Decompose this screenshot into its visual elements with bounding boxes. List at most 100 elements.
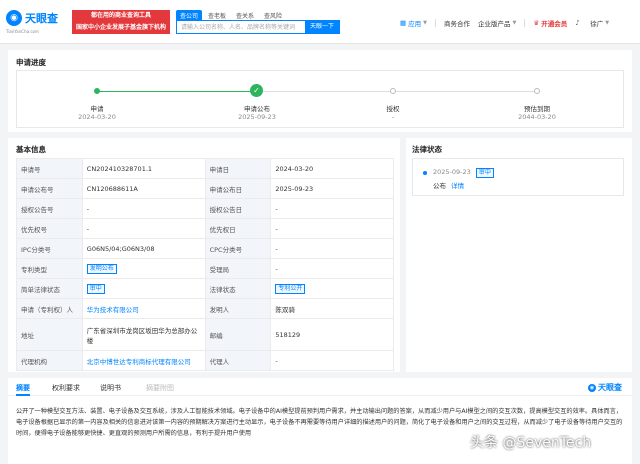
step-date: 2024-03-20 — [78, 113, 116, 121]
logo[interactable]: ◉ 天眼查 TianYanCha.com — [6, 8, 66, 36]
banner-line-1: 都在用的商业查询工具 — [90, 12, 151, 19]
progress-line-pending — [257, 91, 537, 92]
brand-mark: ◉ 天眼查 — [588, 382, 622, 393]
step-dot-expire — [534, 88, 540, 94]
legal-timeline: 2025-09-23 审中 公布 详情 — [412, 158, 624, 196]
field-key: 简单法律状态 — [16, 278, 83, 299]
nav-enterprise-label: 企业版产品 — [478, 20, 511, 28]
field-value: - — [270, 350, 394, 371]
field-value: CN120688611A — [81, 178, 206, 199]
search-box: 天眼一下 — [176, 20, 340, 34]
basic-info-table: 申请号 CN202410328701.1 申请日 2024-03-20 申请公布… — [16, 158, 394, 371]
promo-banner[interactable]: 都在用的商业查询工具 国家中小企业发展子基金旗下机构 — [72, 10, 170, 34]
field-value: 陈双骑 — [270, 298, 394, 319]
field-key: 地址 — [16, 318, 83, 351]
chevron-down-icon: ▼ — [605, 20, 610, 26]
table-row: 授权公告号 - 授权公告日 - — [16, 198, 394, 219]
basic-info-title: 基本信息 — [16, 145, 46, 154]
nav-user[interactable]: 徐广 ▼ — [590, 18, 609, 28]
nav-business[interactable]: 商务合作 — [444, 18, 470, 28]
field-key: IPC分类号 — [16, 238, 83, 259]
legal-entry-status: 公布 详情 — [433, 180, 464, 190]
field-value: - — [270, 218, 394, 239]
check-icon: ✓ — [250, 84, 263, 97]
search-button[interactable]: 天眼一下 — [305, 21, 339, 33]
field-key: 优先权日 — [204, 218, 272, 239]
nav-app[interactable]: ▦ 应用 ▼ — [400, 18, 427, 28]
field-value: 发明公布 — [81, 258, 206, 279]
table-row: 优先权号 - 优先权日 - — [16, 218, 394, 239]
nav-app-label: 应用 — [408, 20, 422, 28]
field-value: - — [270, 258, 394, 279]
table-row: IPC分类号 G06N5/04;G06N3/08 CPC分类号 - — [16, 238, 394, 259]
table-row: 申请公布号 CN120688611A 申请公布日 2025-09-23 — [16, 178, 394, 199]
table-row: 申请号 CN202410328701.1 申请日 2024-03-20 — [16, 158, 394, 179]
logo-eye-icon: ◉ — [588, 383, 596, 392]
step-date: 2044-03-20 — [518, 113, 556, 121]
field-key: 申请公布日 — [204, 178, 272, 199]
patent-type-tag: 发明公布 — [86, 263, 117, 274]
status-badge: 审中 — [475, 168, 494, 178]
nav-vip[interactable]: ♛ 开通会员 — [533, 18, 567, 28]
progress-line-done — [97, 91, 257, 92]
step-label: 申请 — [90, 105, 104, 113]
chevron-down-icon: ▼ — [423, 20, 428, 26]
tab-abstract[interactable]: 摘要 — [16, 383, 30, 393]
banner-line-2: 国家中小企业发展子基金旗下机构 — [75, 24, 166, 31]
legal-date-text: 2025-09-23 — [433, 168, 471, 176]
field-key: 申请号 — [16, 158, 83, 179]
legal-status-tag: 专利公开 — [275, 283, 306, 294]
field-value: G06N5/04;G06N3/08 — [81, 238, 206, 259]
legal-entry-date: 2025-09-23 审中 — [433, 168, 494, 178]
step-label: 申请公布 — [244, 105, 270, 113]
field-key: 优先权号 — [16, 218, 83, 239]
nav-divider — [524, 19, 526, 27]
field-value: 审中 — [81, 278, 206, 299]
field-key: 申请日 — [204, 158, 272, 179]
step-dot-grant — [390, 88, 396, 94]
field-key: 代理机构 — [16, 350, 83, 371]
tab-description[interactable]: 说明书 — [100, 383, 121, 393]
field-key: 发明人 — [204, 298, 272, 319]
field-key: 授权公告日 — [204, 198, 272, 219]
field-value: CN202410328701.1 — [81, 158, 206, 179]
step-date: 2025-09-23 — [238, 113, 276, 121]
nav-divider — [435, 19, 437, 27]
search-input[interactable] — [177, 21, 307, 33]
field-value: 518129 — [270, 318, 394, 351]
grid-icon: ▦ — [400, 19, 407, 27]
field-key: 授权公告号 — [16, 198, 83, 219]
field-value: 专利公开 — [270, 278, 394, 299]
step-label: 预估到期 — [524, 105, 550, 113]
table-row: 专利类型 发明公布 受理局 - — [16, 258, 394, 279]
basic-info-card: 基本信息 申请号 CN202410328701.1 申请日 2024-03-20… — [8, 138, 400, 372]
nav-user-label: 徐广 — [590, 20, 604, 28]
top-header: ◉ 天眼查 TianYanCha.com 都在用的商业查询工具 国家中小企业发展… — [0, 0, 640, 44]
timeline-dot — [423, 171, 427, 175]
progress-card: 申请进度 ✓ 申请 2024-03-20 申请公布 2025-09-23 授权 … — [8, 50, 632, 132]
detail-link[interactable]: 详情 — [451, 182, 464, 190]
field-key: 受理局 — [204, 258, 272, 279]
table-row: 简单法律状态 审中 法律状态 专利公开 — [16, 278, 394, 299]
field-key: 申请（专利权）人 — [16, 298, 83, 319]
logo-text: 天眼查 — [25, 12, 58, 25]
watermark: 头条 @SevenTech — [470, 435, 592, 451]
bell-icon[interactable]: ♪ — [575, 19, 582, 27]
tab-abstract-figure[interactable]: 摘要附图 — [146, 383, 174, 393]
nav-vip-label: 开通会员 — [541, 20, 568, 28]
applicant-link[interactable]: 华为技术有限公司 — [81, 298, 206, 319]
step-dot-apply — [94, 88, 100, 94]
table-row: 申请（专利权）人 华为技术有限公司 发明人 陈双骑 — [16, 298, 394, 319]
legal-status-card: 法律状态 2025-09-23 审中 公布 详情 — [406, 138, 632, 372]
agency-link[interactable]: 北京中博世达专利商标代理有限公司 — [81, 350, 206, 371]
legal-status-title: 法律状态 — [412, 145, 442, 154]
field-value: - — [270, 238, 394, 259]
nav-enterprise[interactable]: 企业版产品 ▼ — [478, 18, 516, 28]
table-row: 地址 广东省深圳市龙岗区坂田华为总部办公楼 邮编 518129 — [16, 318, 394, 351]
chevron-down-icon: ▼ — [512, 20, 517, 26]
tab-claims[interactable]: 权利要求 — [52, 383, 80, 393]
field-key: 代理人 — [204, 350, 272, 371]
step-label: 授权 — [386, 105, 400, 113]
field-value: 2025-09-23 — [270, 178, 394, 199]
legal-status-text: 公布 — [433, 182, 446, 190]
